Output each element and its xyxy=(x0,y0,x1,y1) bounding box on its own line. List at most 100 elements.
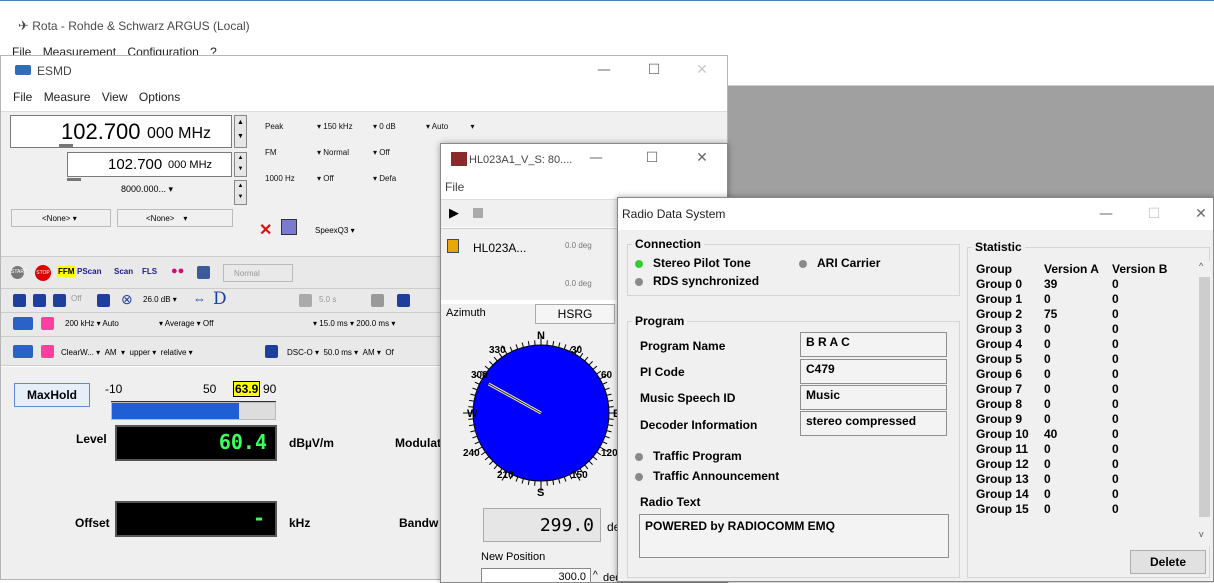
fls-button[interactable]: FLS xyxy=(142,267,157,276)
af-combos[interactable]: ClearW... ▾ AM ▾ upper ▾ relative ▾ xyxy=(61,348,193,357)
esmd-menu-measure[interactable]: Measure xyxy=(44,90,91,104)
table-row[interactable]: Group 700 xyxy=(976,381,1182,396)
rds-minimize-button[interactable]: — xyxy=(1083,200,1129,230)
hl-maximize-button[interactable]: ☐ xyxy=(629,144,675,174)
average-combo[interactable]: ▾ Average ▾ Off xyxy=(159,319,213,328)
span-spinner[interactable]: ▲▼ xyxy=(234,180,247,205)
span-dropdown[interactable]: 8000.000... ▾ xyxy=(121,184,173,195)
table-row[interactable]: Group 1200 xyxy=(976,456,1182,471)
af-bars-icon[interactable] xyxy=(41,345,54,358)
compass-tick xyxy=(607,394,612,395)
mode-combo[interactable]: ▾ Normal xyxy=(317,148,349,157)
mute-x-icon[interactable]: ✕ xyxy=(259,220,272,240)
table-row[interactable]: Group 1500 xyxy=(976,501,1182,516)
menu-configuration[interactable]: Configuration xyxy=(127,45,198,55)
table-row[interactable]: Group 10400 xyxy=(976,426,1182,441)
pscan-button[interactable]: PScan xyxy=(77,267,101,276)
hl-minimize-button[interactable]: — xyxy=(573,144,619,174)
start-icon[interactable]: START xyxy=(11,266,24,279)
table-row[interactable]: Group 2750 xyxy=(976,306,1182,321)
if-spectrum-icon[interactable] xyxy=(13,317,33,330)
close-button[interactable]: ✕ xyxy=(679,56,725,86)
rds-maximize-button[interactable]: ☐ xyxy=(1131,200,1177,230)
speaker-mute-icon[interactable] xyxy=(281,219,297,235)
table-row[interactable]: Group 800 xyxy=(976,396,1182,411)
main-frequency-spinner[interactable]: ▲▼ xyxy=(234,115,247,148)
l-icon[interactable] xyxy=(13,294,26,307)
table-row[interactable]: Group 0390 xyxy=(976,276,1182,291)
scroll-up-arrow[interactable]: ^ xyxy=(1199,261,1203,271)
bandwidth-combo[interactable]: ▾ 150 kHz xyxy=(317,122,353,131)
b-icon[interactable] xyxy=(97,294,110,307)
table-row[interactable]: Group 100 xyxy=(976,291,1182,306)
table-row[interactable]: Group 600 xyxy=(976,366,1182,381)
none-dropdown-1[interactable]: <None> ▾ xyxy=(11,209,111,227)
sub-frequency-spinner[interactable]: ▲▼ xyxy=(234,152,247,177)
table-row[interactable]: Group 1300 xyxy=(976,471,1182,486)
normal-field[interactable]: Normal xyxy=(223,264,293,282)
statistic-scrollbar[interactable]: ^ v xyxy=(1197,261,1212,546)
level-dropdown[interactable]: 26.0 dB ▾ xyxy=(143,295,177,304)
table-row[interactable]: Group 1400 xyxy=(976,486,1182,501)
table-row[interactable]: Group 900 xyxy=(976,411,1182,426)
d-letter-icon[interactable]: D xyxy=(213,289,227,309)
maxhold-button[interactable]: MaxHold xyxy=(14,383,90,407)
du-icon[interactable] xyxy=(265,345,278,358)
af-spectrum-icon[interactable] xyxy=(13,345,33,358)
table-row[interactable]: Group 500 xyxy=(976,351,1182,366)
if-bandwidth-combo[interactable]: 200 kHz ▾ Auto xyxy=(65,319,119,328)
default-combo[interactable]: ▾ Defa xyxy=(373,174,396,183)
maximize-button[interactable]: ☐ xyxy=(631,56,677,86)
step-combo[interactable]: 1000 Hz xyxy=(265,174,295,183)
auto-combo[interactable]: ▾ Auto ▾ xyxy=(426,122,475,131)
none-dropdown-2[interactable]: <None> ▾ xyxy=(117,209,233,227)
iq-icon[interactable] xyxy=(397,294,410,307)
compass-tick xyxy=(589,461,593,465)
rds-close-button[interactable]: ✕ xyxy=(1178,200,1214,230)
clear-icon[interactable]: ⊗ xyxy=(121,291,133,308)
record-dots-icon[interactable]: ●● xyxy=(171,265,184,277)
speex-dropdown[interactable]: SpeexQ3 ▾ xyxy=(315,226,355,235)
table-row[interactable]: Group 1100 xyxy=(976,441,1182,456)
esmd-menu-view[interactable]: View xyxy=(102,90,128,104)
esmd-menu-options[interactable]: Options xyxy=(139,90,180,104)
compass-tick xyxy=(589,361,593,365)
menu-file[interactable]: File xyxy=(12,45,31,55)
detector-combo[interactable]: Peak xyxy=(265,122,283,131)
save-icon[interactable] xyxy=(197,266,210,279)
if-time-combo[interactable]: ▾ 15.0 ms ▾ 200.0 ms ▾ xyxy=(313,319,395,328)
tab-azimuth[interactable]: Azimuth xyxy=(446,307,486,319)
hl-close-button[interactable]: ✕ xyxy=(679,144,725,174)
antenna-item[interactable]: HL023A... xyxy=(473,241,526,255)
disk-icon[interactable] xyxy=(371,294,384,307)
tab-hsrg[interactable]: HSRG xyxy=(535,304,615,324)
sub-frequency-field[interactable]: 102.700 000 MHz xyxy=(67,152,232,177)
scroll-down-arrow[interactable]: v xyxy=(1199,529,1204,539)
delete-button[interactable]: Delete xyxy=(1130,550,1206,574)
d-icon[interactable] xyxy=(33,294,46,307)
hl-menu-file[interactable]: File xyxy=(445,180,464,194)
expand-icon[interactable]: ⇔ xyxy=(193,291,206,306)
table-row[interactable]: Group 400 xyxy=(976,336,1182,351)
scan-button[interactable]: Scan xyxy=(114,267,133,276)
menu-measurement[interactable]: Measurement xyxy=(43,45,116,55)
play-icon[interactable]: ▶ xyxy=(449,205,459,221)
compass-tick xyxy=(559,479,560,484)
demod-combo[interactable]: FM xyxy=(265,148,277,157)
tv-icon[interactable] xyxy=(299,294,312,307)
off-combo-2[interactable]: ▾ Off xyxy=(317,174,334,183)
stop-icon[interactable]: STOP xyxy=(35,265,51,281)
m-icon[interactable] xyxy=(53,294,66,307)
attenuation-combo[interactable]: ▾ 0 dB xyxy=(373,122,396,131)
stop-square-icon[interactable] xyxy=(473,208,483,218)
esmd-menu-file[interactable]: File xyxy=(13,90,32,104)
ffm-button[interactable]: FFM xyxy=(57,266,75,277)
dsc-combos[interactable]: DSC-O ▾ 50.0 ms ▾ AM ▾ Of xyxy=(287,348,394,357)
off-combo-1[interactable]: ▾ Off xyxy=(373,148,390,157)
scroll-thumb[interactable] xyxy=(1199,277,1210,517)
main-frequency-field[interactable]: 102.700 000 MHz xyxy=(10,115,232,148)
menu-help[interactable]: ? xyxy=(210,45,217,55)
minimize-button[interactable]: — xyxy=(581,56,627,86)
table-row[interactable]: Group 300 xyxy=(976,321,1182,336)
if-bars-icon[interactable] xyxy=(41,317,54,330)
